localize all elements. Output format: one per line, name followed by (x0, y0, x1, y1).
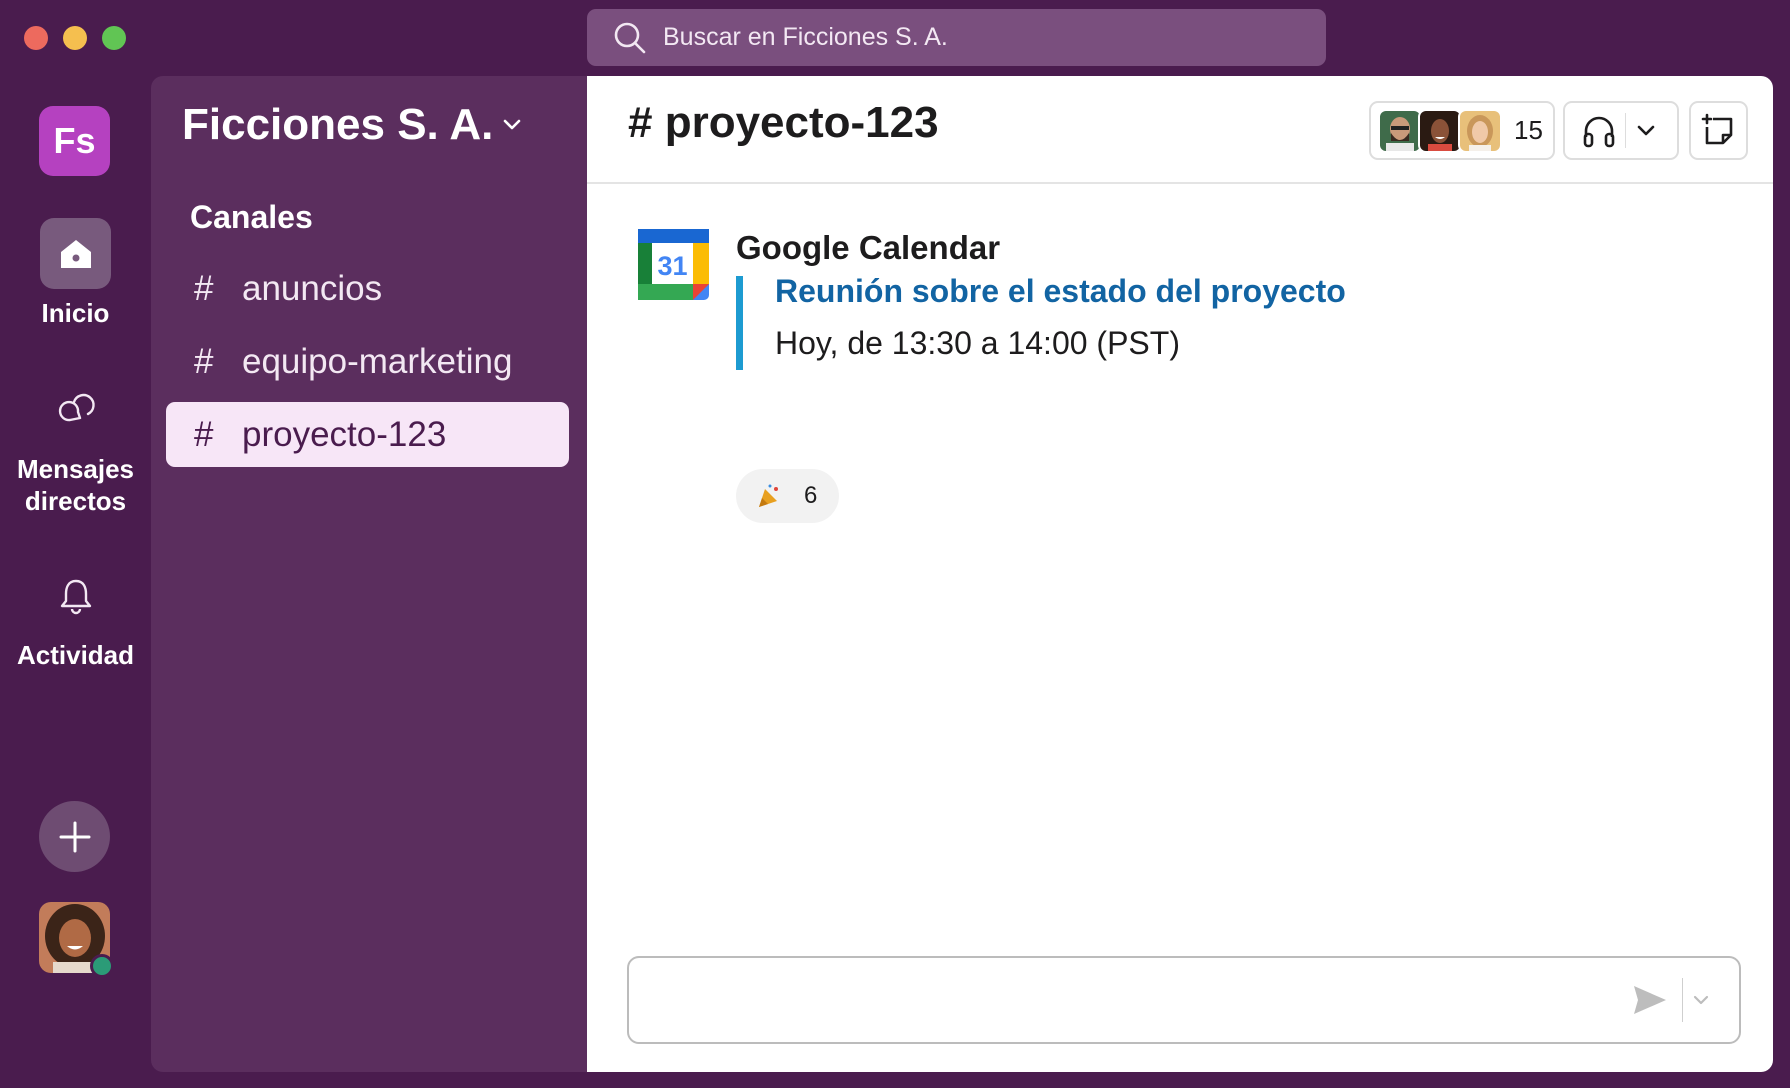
calendar-day-text: 31 (657, 251, 687, 281)
member-avatars (1378, 108, 1502, 153)
workspace-logo[interactable]: Fs (39, 106, 110, 176)
search-icon (614, 22, 646, 53)
canvas-button[interactable] (1689, 101, 1748, 160)
reaction-button[interactable]: 6 (736, 469, 839, 523)
rail-label-direct-messages: Mensajes directos (16, 454, 135, 516)
sidebar-item-anuncios[interactable]: # anuncios (166, 256, 569, 321)
member-count: 15 (1514, 115, 1543, 145)
hash-icon: # (194, 414, 214, 454)
chevron-down-icon[interactable] (1693, 994, 1709, 1006)
workspace-name: Ficciones S. A. (182, 100, 494, 149)
rail-item-activity[interactable]: Actividad (0, 560, 151, 671)
direct-messages-button[interactable] (40, 374, 111, 445)
rail-item-direct-messages[interactable]: Mensajes directos (0, 374, 151, 517)
rail-item-home[interactable]: Inicio (0, 218, 151, 329)
reaction-count: 6 (804, 482, 818, 509)
channels-section-title[interactable]: Canales (190, 199, 313, 236)
sidebar-item-proyecto-123[interactable]: # proyecto-123 (166, 402, 569, 467)
activity-button[interactable] (40, 560, 111, 631)
event-time: Hoy, de 13:30 a 14:00 (PST) (775, 325, 1180, 361)
hash-icon: # (194, 341, 214, 381)
channel-view: # proyecto-123 15 31 Google Calendar Reu… (587, 76, 1773, 1072)
channel-name: anuncios (242, 268, 383, 308)
search-bar[interactable]: Buscar en Ficciones S. A. (587, 9, 1326, 66)
close-window-button[interactable] (24, 26, 48, 50)
channel-header: # proyecto-123 15 (587, 76, 1773, 184)
home-button[interactable] (40, 218, 111, 289)
sidebar-item-equipo-marketing[interactable]: # equipo-marketing (166, 329, 569, 394)
message-composer[interactable] (627, 956, 1741, 1044)
canvas-add-icon (1701, 113, 1732, 144)
send-divider (1682, 978, 1683, 1022)
minimize-window-button[interactable] (63, 26, 87, 50)
zoom-window-button[interactable] (102, 26, 126, 50)
chevron-down-icon[interactable] (1636, 124, 1656, 138)
search-placeholder: Buscar en Ficciones S. A. (663, 23, 948, 51)
channel-sidebar: Ficciones S. A. Canales # anuncios # equ… (151, 76, 587, 1072)
message-input[interactable] (649, 969, 1632, 1031)
send-icon[interactable] (1632, 984, 1668, 1016)
add-workspace-button[interactable] (39, 801, 110, 872)
huddle-divider (1625, 113, 1626, 148)
message-sender[interactable]: Google Calendar (736, 229, 1000, 267)
window-controls (24, 26, 126, 50)
chat-bubbles-icon (58, 393, 95, 421)
rail-label-activity: Actividad (16, 640, 135, 670)
plus-icon (59, 821, 90, 852)
hash-icon: # (194, 268, 214, 308)
status-online-indicator (90, 954, 114, 978)
event-attachment: Reunión sobre el estado del proyecto Hoy… (736, 273, 1346, 370)
google-calendar-icon[interactable]: 31 (638, 229, 709, 300)
send-controls (1632, 978, 1709, 1022)
party-popper-icon (759, 484, 778, 507)
channel-title[interactable]: # proyecto-123 (628, 98, 939, 148)
bell-icon (60, 579, 91, 614)
home-icon (60, 239, 91, 268)
headphones-icon[interactable] (1579, 111, 1619, 151)
member-avatar (1458, 108, 1502, 153)
member-avatar (1378, 108, 1422, 153)
member-avatar (1418, 108, 1462, 153)
app-window: Buscar en Ficciones S. A. Fs Inicio Mens… (0, 0, 1790, 1088)
workspace-switcher[interactable]: Ficciones S. A. (182, 100, 521, 150)
rail-label-home: Inicio (41, 298, 110, 328)
huddle-button[interactable] (1563, 101, 1679, 160)
channel-name: equipo-marketing (242, 341, 513, 381)
channel-name: proyecto-123 (242, 414, 447, 454)
event-title-link[interactable]: Reunión sobre el estado del proyecto (775, 273, 1346, 310)
members-button[interactable]: 15 (1369, 101, 1555, 160)
chevron-down-icon (504, 119, 521, 130)
